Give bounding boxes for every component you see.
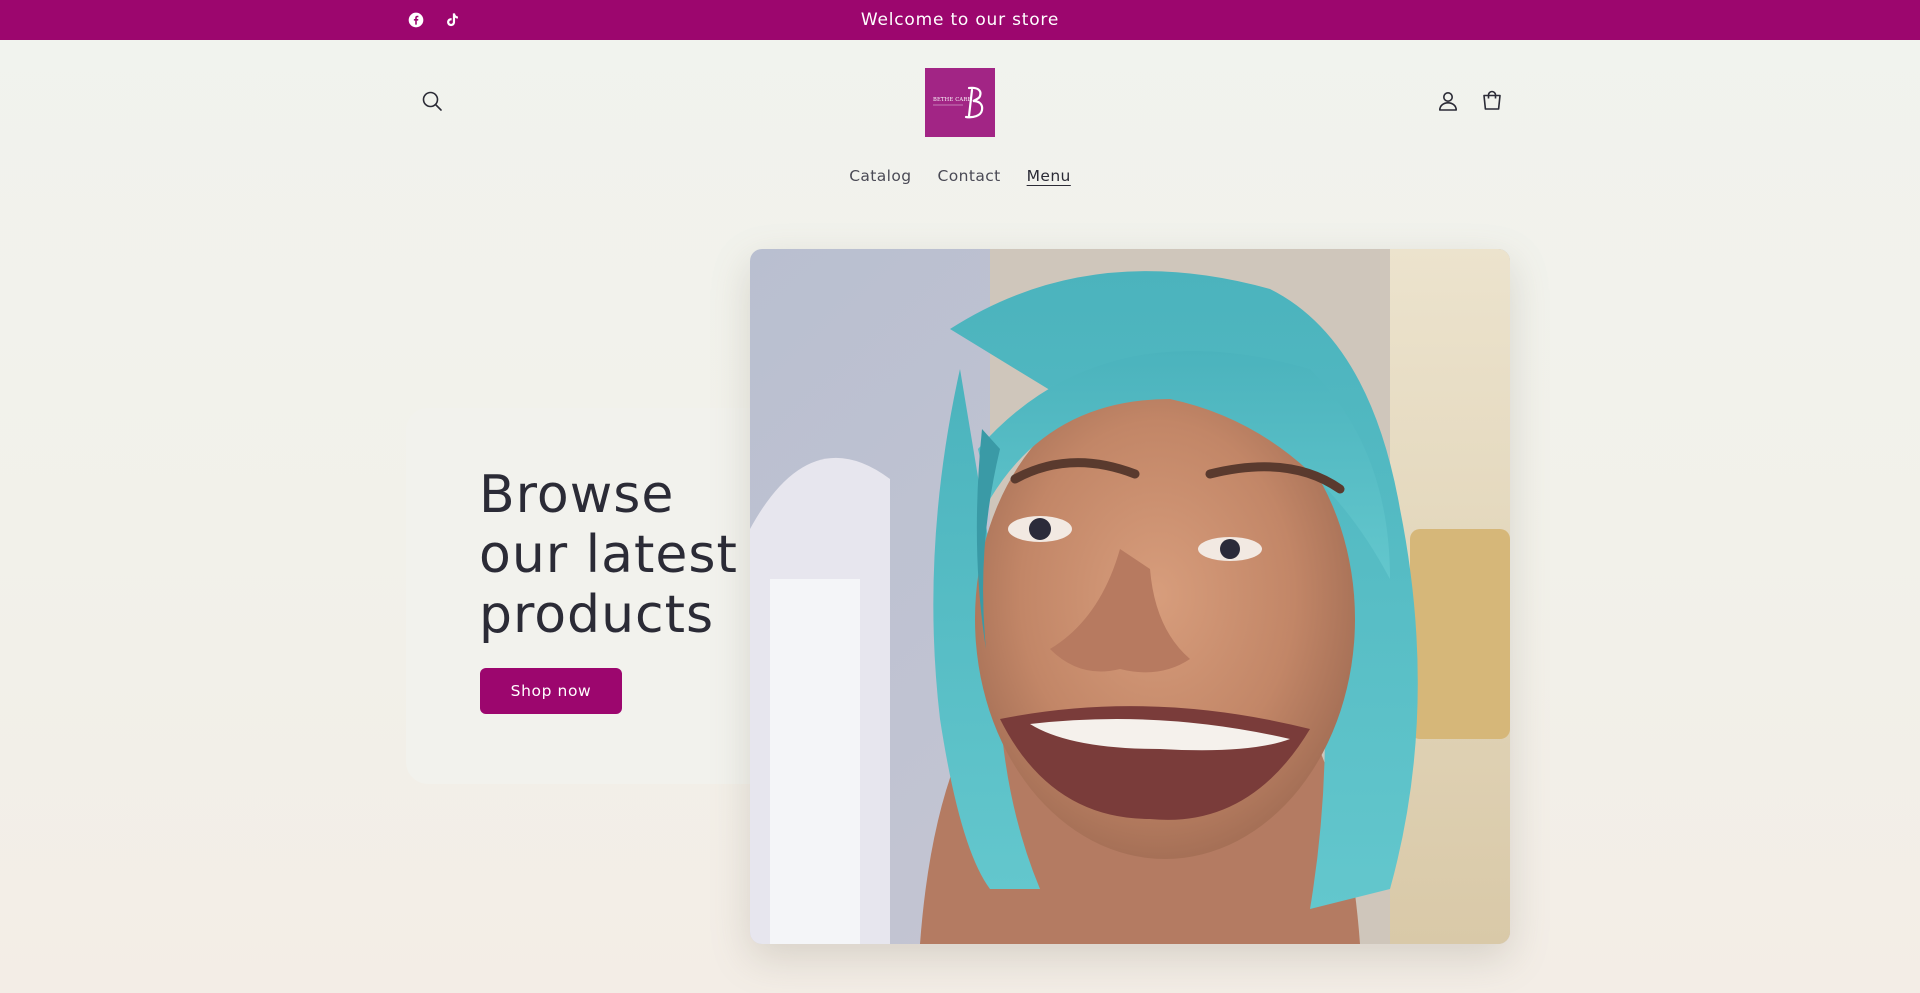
nav-item-catalog[interactable]: Catalog — [848, 163, 912, 189]
shop-now-button[interactable]: Shop now — [480, 668, 622, 714]
tiktok-icon[interactable] — [441, 0, 463, 40]
nav-item-contact[interactable]: Contact — [937, 163, 1002, 189]
cart-icon[interactable] — [1474, 83, 1510, 119]
svg-text:BETHE CARE: BETHE CARE — [933, 97, 971, 103]
search-icon[interactable] — [414, 83, 450, 119]
hero-image — [750, 249, 1510, 944]
facebook-icon[interactable] — [405, 0, 427, 40]
main-nav: Catalog Contact Menu — [0, 163, 1920, 189]
store-logo[interactable]: BETHE CARE — [925, 68, 995, 137]
nav-item-menu[interactable]: Menu — [1026, 163, 1072, 189]
announcement-text: Welcome to our store — [860, 10, 1060, 30]
user-icon[interactable] — [1430, 83, 1466, 119]
announcement-bar: Welcome to our store — [0, 0, 1920, 40]
hero-title: Browse our latest products — [479, 465, 738, 645]
